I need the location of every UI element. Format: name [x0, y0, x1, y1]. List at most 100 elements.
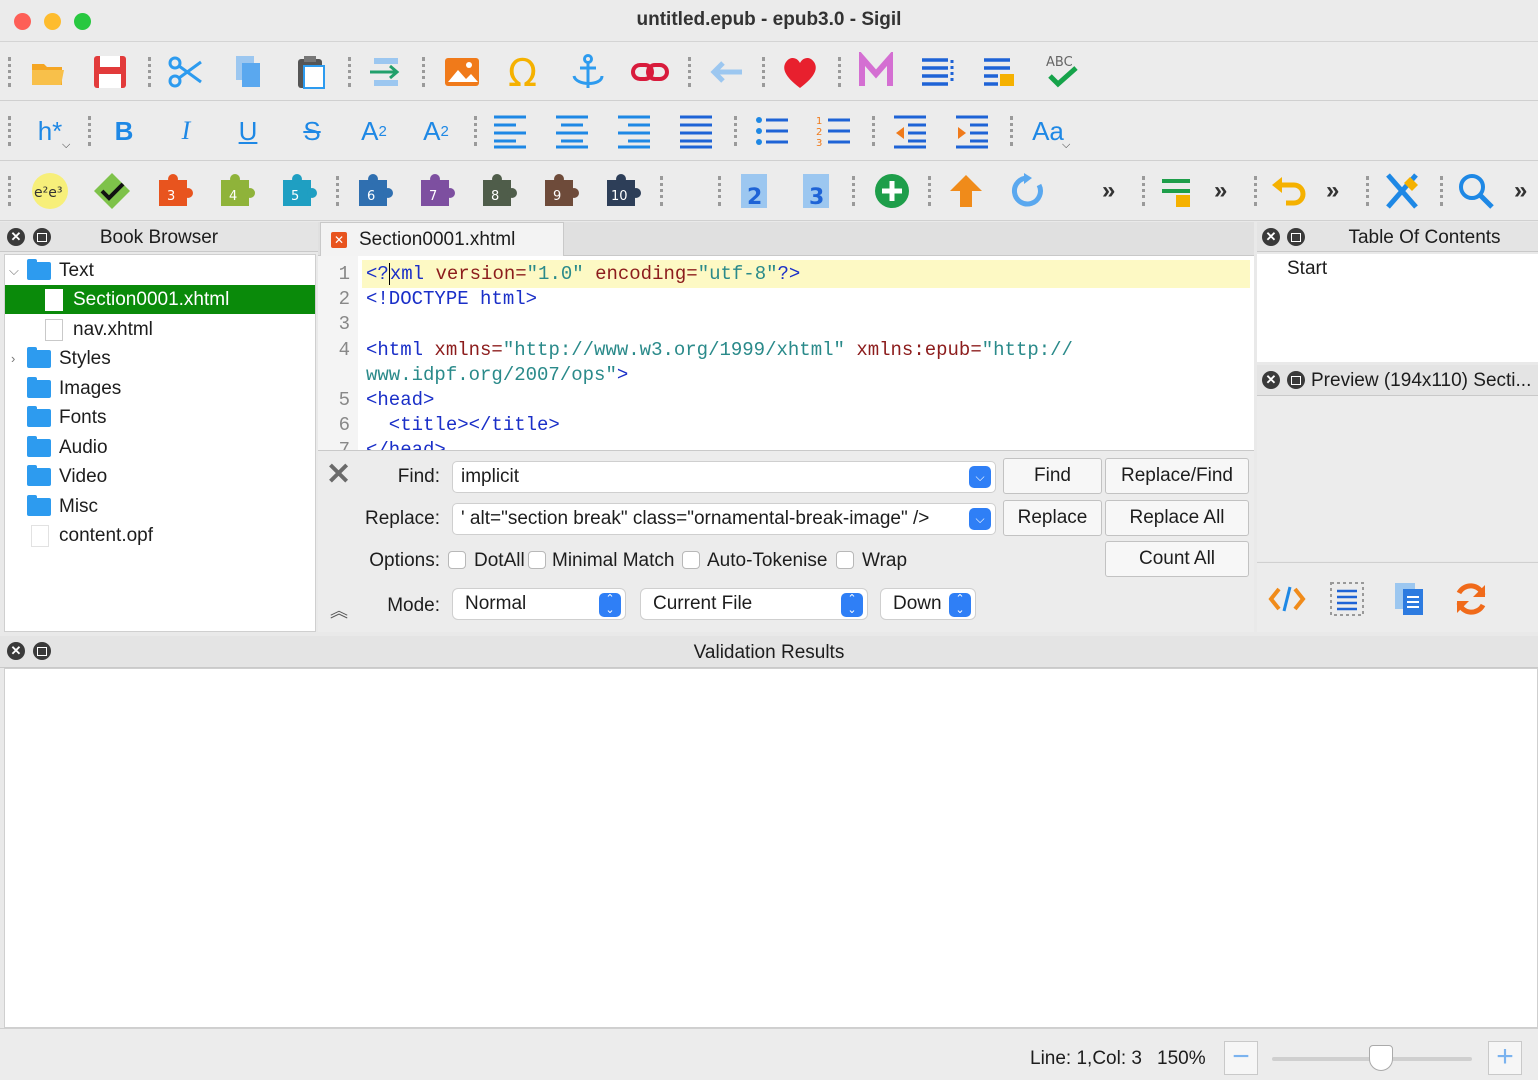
float-panel-icon[interactable]: [1287, 371, 1305, 389]
replace-input[interactable]: ' alt="section break" class="ornamental-…: [452, 503, 996, 535]
decrease-indent-icon[interactable]: [886, 107, 934, 155]
close-panel-icon[interactable]: ✕: [1262, 228, 1280, 246]
plugin-7-icon[interactable]: 7: [412, 167, 460, 215]
align-right-icon[interactable]: [610, 107, 658, 155]
save-icon[interactable]: [86, 48, 134, 96]
mode-select[interactable]: Normal ⌃ ⌄: [452, 588, 626, 620]
plugin-3-icon[interactable]: 3: [150, 167, 198, 215]
back-arrow-icon[interactable]: [702, 48, 750, 96]
plugin-5-icon[interactable]: 5: [274, 167, 322, 215]
copy-preview-icon[interactable]: [1385, 575, 1433, 623]
plugin-9-icon[interactable]: 9: [536, 167, 584, 215]
zoom-out-button[interactable]: −: [1224, 1041, 1258, 1075]
search-icon[interactable]: [1452, 167, 1500, 215]
replace-button[interactable]: Replace: [1003, 500, 1102, 536]
bold-button[interactable]: B: [100, 107, 148, 155]
tree-folder-misc[interactable]: Misc: [5, 492, 315, 521]
spellcheck-icon[interactable]: ABC: [1038, 48, 1086, 96]
add-icon[interactable]: [868, 167, 916, 215]
chevron-right-icon[interactable]: ›: [11, 351, 15, 366]
align-left-icon[interactable]: [486, 107, 534, 155]
tree-folder-audio[interactable]: Audio: [5, 433, 315, 462]
close-tab-icon[interactable]: ✕: [331, 231, 347, 248]
tree-folder-video[interactable]: Video: [5, 462, 315, 491]
zoom-in-button[interactable]: +: [1488, 1041, 1522, 1075]
epub2-icon[interactable]: 2: [730, 167, 778, 215]
float-panel-icon[interactable]: [1287, 228, 1305, 246]
reload-icon[interactable]: [1447, 575, 1495, 623]
insert-file-icon[interactable]: [362, 48, 410, 96]
cut-icon[interactable]: [162, 48, 210, 96]
copy-icon[interactable]: [224, 48, 272, 96]
text-case-button[interactable]: Aa ⌵: [1024, 107, 1072, 155]
heart-icon[interactable]: [776, 48, 824, 96]
align-justify-icon[interactable]: [672, 107, 720, 155]
overflow-chevron-icon[interactable]: »: [1326, 177, 1339, 205]
open-folder-icon[interactable]: [24, 48, 72, 96]
tree-file-nav[interactable]: nav.xhtml: [5, 315, 315, 344]
epub3-icon[interactable]: 3: [792, 167, 840, 215]
strikethrough-button[interactable]: S: [288, 107, 336, 155]
wrap-checkbox[interactable]: [836, 551, 854, 569]
italic-button[interactable]: I: [162, 107, 210, 155]
omega-special-char-icon[interactable]: Ω: [500, 48, 548, 96]
align-center-icon[interactable]: [548, 107, 596, 155]
minimal-match-checkbox[interactable]: [528, 551, 546, 569]
code-view-icon[interactable]: [1263, 575, 1311, 623]
chevron-down-icon[interactable]: ⌵: [969, 466, 991, 488]
subscript-button[interactable]: A2: [350, 107, 398, 155]
tree-file-section0001[interactable]: Section0001.xhtml: [5, 285, 315, 314]
toc-item[interactable]: Start: [1287, 258, 1327, 280]
plugin-8-icon[interactable]: 8: [474, 167, 522, 215]
close-panel-icon[interactable]: ✕: [1262, 371, 1280, 389]
plugin-6-icon[interactable]: 6: [350, 167, 398, 215]
overflow-chevron-icon[interactable]: »: [1102, 177, 1115, 205]
generate-toc-icon[interactable]: [976, 48, 1024, 96]
count-all-button[interactable]: Count All: [1105, 541, 1249, 577]
superscript-button[interactable]: A2: [412, 107, 460, 155]
mathml-icon[interactable]: e²e³: [26, 167, 74, 215]
find-input[interactable]: implicit ⌵: [452, 461, 996, 493]
code-editor[interactable]: 1 2 3 4 5 6 7 <?xml version="1.0" encodi…: [318, 256, 1254, 450]
zoom-slider[interactable]: [1272, 1045, 1472, 1071]
up-arrow-icon[interactable]: [942, 167, 990, 215]
chevron-down-icon[interactable]: ⌵: [969, 508, 991, 530]
table-of-contents-icon[interactable]: [914, 48, 962, 96]
plugin-10-icon[interactable]: 10: [598, 167, 646, 215]
overflow-chevron-icon[interactable]: »: [1214, 177, 1227, 205]
auto-tokenise-checkbox[interactable]: [682, 551, 700, 569]
scope-select[interactable]: Current File ⌃ ⌄: [640, 588, 868, 620]
tree-folder-styles[interactable]: › Styles: [5, 344, 315, 373]
undo-icon[interactable]: [1264, 167, 1312, 215]
panel-title: Preview (194x110) Secti...: [1311, 370, 1532, 391]
split-merge-icon[interactable]: [1152, 167, 1200, 215]
zoom-slider-handle[interactable]: [1369, 1045, 1393, 1071]
tab-section0001[interactable]: ✕ Section0001.xhtml: [320, 222, 564, 256]
dotall-checkbox[interactable]: [448, 551, 466, 569]
link-icon[interactable]: [626, 48, 674, 96]
epubcheck-icon[interactable]: [88, 167, 136, 215]
find-button[interactable]: Find: [1003, 458, 1102, 494]
numbered-list-icon[interactable]: 123: [810, 107, 858, 155]
meta-editor-icon[interactable]: [852, 48, 900, 96]
replace-find-button[interactable]: Replace/Find: [1105, 458, 1249, 494]
insert-image-icon[interactable]: [438, 48, 486, 96]
increase-indent-icon[interactable]: [948, 107, 996, 155]
plugin-4-icon[interactable]: 4: [212, 167, 260, 215]
direction-select[interactable]: Down ⌃ ⌄: [880, 588, 976, 620]
paste-icon[interactable]: [286, 48, 334, 96]
anchor-icon[interactable]: [564, 48, 612, 96]
replace-all-button[interactable]: Replace All: [1105, 500, 1249, 536]
tree-folder-text[interactable]: ⌵ Text: [5, 256, 315, 285]
overflow-chevron-icon[interactable]: »: [1514, 177, 1527, 205]
tree-file-content-opf[interactable]: content.opf: [5, 521, 315, 550]
tree-folder-images[interactable]: Images: [5, 374, 315, 403]
tree-folder-fonts[interactable]: Fonts: [5, 403, 315, 432]
refresh-icon[interactable]: [1004, 167, 1052, 215]
bullet-list-icon[interactable]: [748, 107, 796, 155]
underline-button[interactable]: U: [224, 107, 272, 155]
chevron-down-icon[interactable]: ⌵: [9, 263, 19, 279]
inspect-icon[interactable]: [1323, 575, 1371, 623]
clear-format-icon[interactable]: [1378, 167, 1426, 215]
heading-menu-button[interactable]: h* ⌵: [26, 107, 74, 155]
